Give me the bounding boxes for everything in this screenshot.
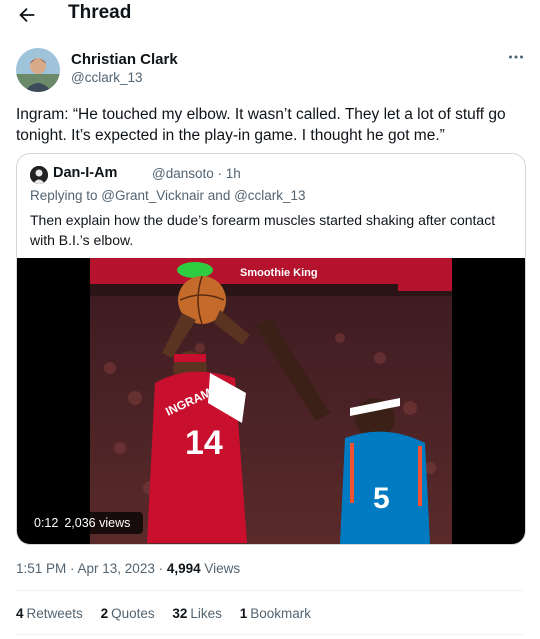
back-arrow-icon[interactable] <box>16 4 38 26</box>
mention-link[interactable]: @cclark_13 <box>234 188 305 203</box>
author-handle[interactable]: @cclark_13 <box>71 70 142 85</box>
likes-stat[interactable]: 32 Likes <box>172 606 222 621</box>
quote-author-name[interactable]: Dan-I-Am <box>53 165 117 181</box>
bookmarks-count: 1 <box>239 606 248 621</box>
video-frame: Smoothie King INGRAM 14 5 <box>90 258 452 544</box>
quote-author-handle[interactable]: @dansoto <box>152 166 214 181</box>
replying-to: Replying to @Grant_Vicknair and @cclark_… <box>30 188 306 203</box>
jersey-number: 14 <box>185 424 223 462</box>
views-label: Views <box>204 561 241 576</box>
retweets-count: 4 <box>16 606 24 621</box>
video-views: 2,036 views <box>64 516 131 530</box>
thread-header: Thread <box>0 0 540 30</box>
timestamp-date[interactable]: 1:51 PM · Apr 13, 2023 · <box>16 561 167 576</box>
divider <box>16 590 524 591</box>
video-stats-badge: 0:12 2,036 views <box>27 512 144 534</box>
quotes-count: 2 <box>100 606 109 621</box>
mention-link[interactable]: @Grant_Vicknair <box>101 188 204 203</box>
quoted-tweet[interactable]: Dan-I-Am @dansoto · 1h Replying to @Gran… <box>16 153 526 545</box>
retweets-stat[interactable]: 4 Retweets <box>16 606 83 621</box>
views-count: 4,994 <box>166 561 201 576</box>
quote-avatar[interactable] <box>30 166 48 184</box>
likes-label: Likes <box>190 606 222 621</box>
divider <box>16 634 524 635</box>
retweets-label: Retweets <box>26 606 83 621</box>
arena-banner-text: Smoothie King <box>240 267 318 279</box>
quotes-stat[interactable]: 2 Quotes <box>101 606 155 621</box>
tweet-text: Ingram: “He touched my elbow. It wasn’t … <box>16 106 506 144</box>
video-player[interactable]: Smoothie King INGRAM 14 5 0:12 2,036 view… <box>17 258 525 544</box>
replying-prefix: Replying to <box>30 188 102 203</box>
author-name[interactable]: Christian Clark <box>71 51 178 68</box>
tweet-author: Christian Clark @cclark_13 <box>16 48 526 92</box>
bookmarks-stat[interactable]: 1 Bookmark <box>240 606 311 621</box>
video-duration: 0:12 <box>34 516 59 530</box>
tweet-timestamp: 1:51 PM · Apr 13, 2023 · 4,994 Views <box>16 561 240 576</box>
engagement-stats: 4 Retweets 2 Quotes 32 Likes 1 Bookmark <box>16 606 325 621</box>
bookmarks-label: Bookmark <box>250 606 311 621</box>
likes-count: 32 <box>172 606 188 621</box>
more-options-icon[interactable] <box>508 54 524 60</box>
opponent-jersey-number: 5 <box>373 482 390 515</box>
replying-and: and <box>204 188 235 203</box>
quote-time: · 1h <box>217 166 241 181</box>
quote-meta: @dansoto · 1h <box>152 166 241 181</box>
page-title: Thread <box>68 2 132 23</box>
avatar[interactable] <box>16 48 60 92</box>
quotes-label: Quotes <box>111 606 155 621</box>
quote-text: Then explain how the dude’s forearm musc… <box>30 212 496 248</box>
